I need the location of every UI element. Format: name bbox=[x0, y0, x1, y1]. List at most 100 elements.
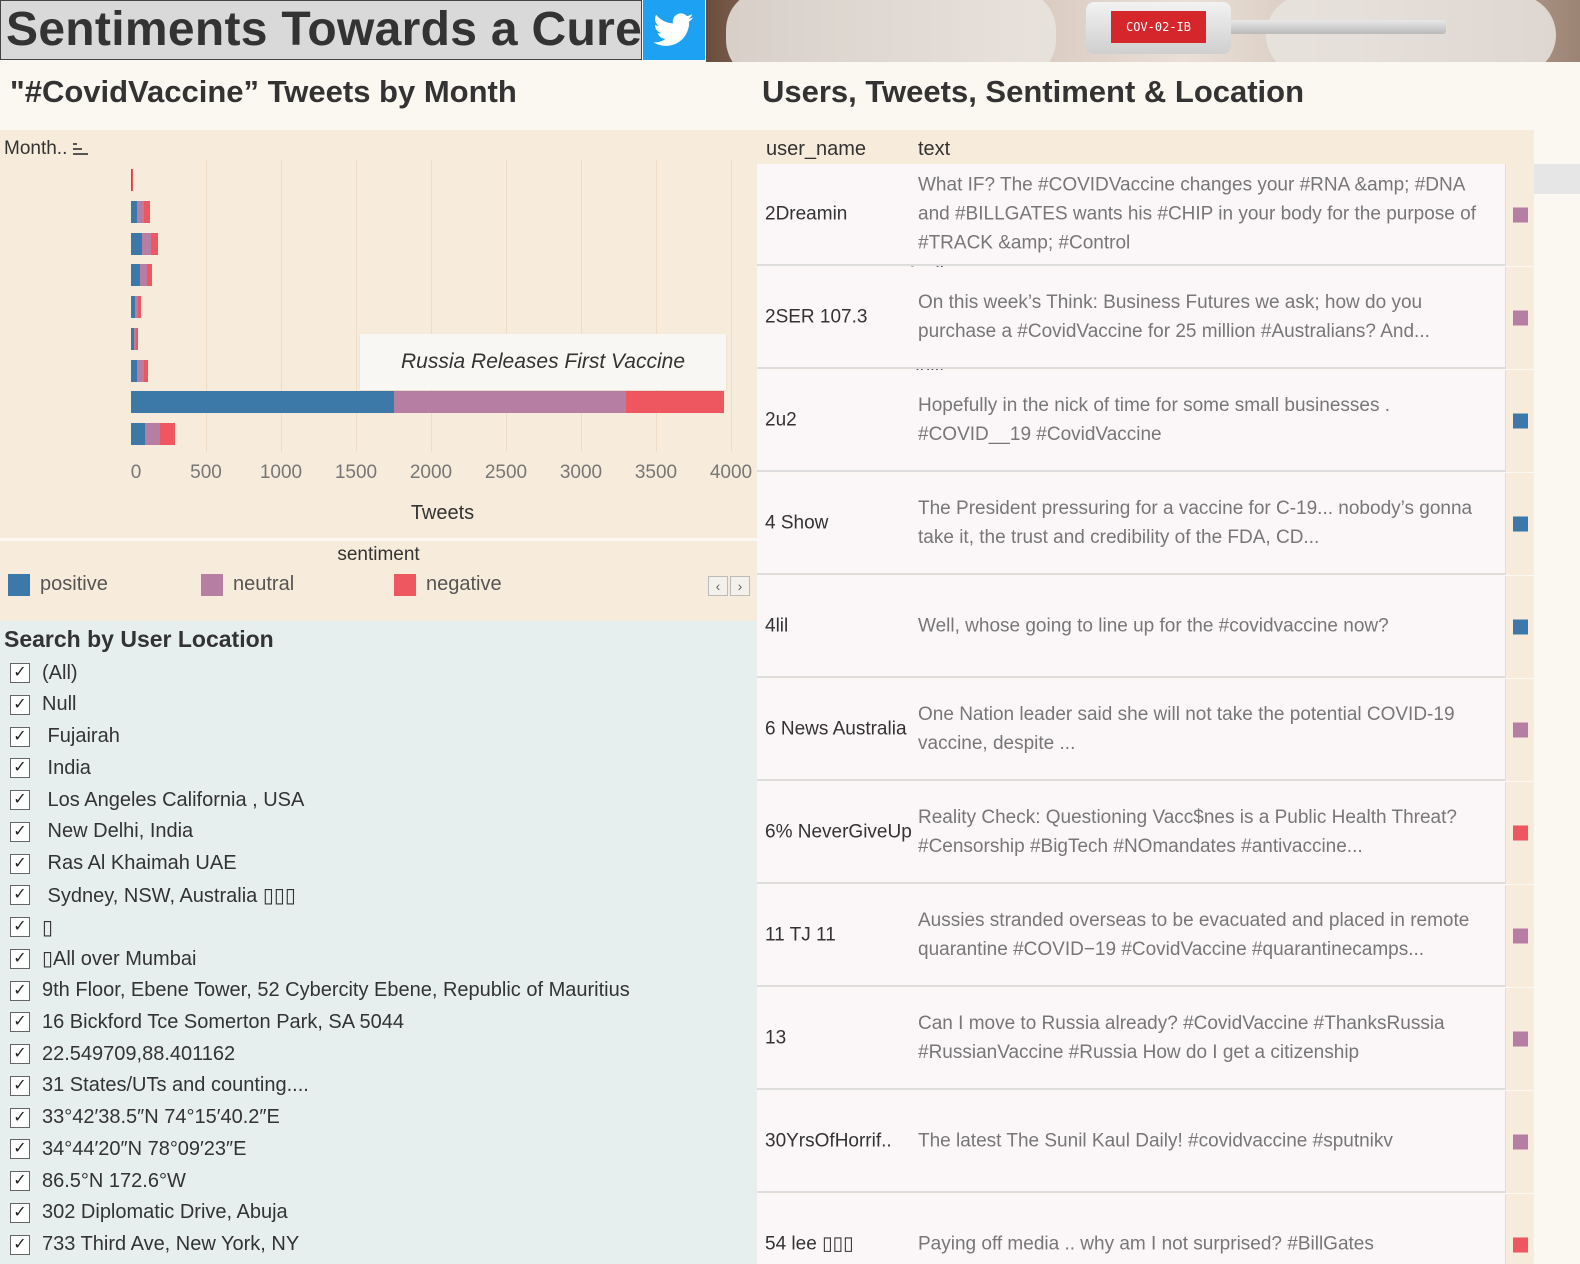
bar-negative[interactable] bbox=[137, 296, 141, 318]
table-row[interactable]: 6% NeverGiveUp Reality Check: Questioning… bbox=[757, 782, 1505, 884]
column-header-text[interactable]: text bbox=[918, 138, 950, 161]
location-option[interactable]: ✓ Null bbox=[10, 691, 76, 719]
sort-icon[interactable] bbox=[73, 141, 89, 157]
bar-neutral[interactable] bbox=[137, 200, 144, 223]
location-option[interactable]: ✓ (All) bbox=[10, 659, 78, 687]
sentiment-mark-neutral[interactable] bbox=[1513, 928, 1528, 944]
checkbox-checked-icon[interactable]: ✓ bbox=[10, 948, 30, 969]
table-row[interactable]: 2u2 Hopefully in the nick of time for som… bbox=[757, 370, 1505, 472]
table-row[interactable]: 6 News Australia One Nation leader said s… bbox=[757, 679, 1505, 781]
table-row[interactable]: 54 lee ▯▯▯ Paying off media .. why am I n… bbox=[757, 1194, 1505, 1264]
checkbox-checked-icon[interactable]: ✓ bbox=[10, 663, 30, 683]
checkbox-checked-icon[interactable]: ✓ bbox=[10, 758, 30, 779]
table-row[interactable]: 30YrsOfHorrif.. The latest The Sunil Kaul… bbox=[757, 1091, 1505, 1193]
cell-tweet-text: Aussies stranded overseas to be evacuate… bbox=[918, 910, 1470, 960]
bar-neutral[interactable] bbox=[140, 264, 147, 287]
sentiment-mark-neutral[interactable] bbox=[1513, 722, 1528, 738]
table-scrollbar[interactable] bbox=[1534, 164, 1580, 194]
checkbox-checked-icon[interactable]: ✓ bbox=[10, 917, 30, 937]
sentiment-mark-positive[interactable] bbox=[1513, 413, 1528, 429]
location-option[interactable]: ✓ Ras Al Khaimah UAE bbox=[10, 850, 237, 878]
sentiment-mark-neutral[interactable] bbox=[1513, 207, 1528, 223]
bar-positive[interactable] bbox=[131, 423, 145, 445]
location-option[interactable]: ✓ ▯All over Mumbai bbox=[10, 945, 196, 973]
sentiment-mark-neutral[interactable] bbox=[1513, 310, 1528, 326]
location-option[interactable]: ✓ 33°42′38.5″N 74°15′40.2″E bbox=[10, 1104, 280, 1132]
checkbox-checked-icon[interactable]: ✓ bbox=[10, 885, 30, 906]
location-option[interactable]: ✓ 86.5°N 172.6°W bbox=[10, 1167, 186, 1195]
bar-negative[interactable] bbox=[146, 264, 152, 287]
legend-item-negative[interactable]: negative bbox=[394, 573, 502, 596]
sentiment-mark-neutral[interactable] bbox=[1513, 1134, 1528, 1150]
checkbox-checked-icon[interactable]: ✓ bbox=[10, 1234, 30, 1255]
table-row[interactable]: 11 TJ 11 Aussies stranded overseas to be … bbox=[757, 885, 1505, 987]
table-row[interactable]: 2SER 107.3 On this week’s Think: Business… bbox=[757, 267, 1505, 369]
sentiment-mark-negative[interactable] bbox=[1513, 825, 1528, 841]
location-option[interactable]: ✓ New Delhi, India bbox=[10, 818, 193, 846]
checkbox-checked-icon[interactable]: ✓ bbox=[10, 694, 30, 715]
location-option[interactable]: ✓ 733 Third Ave, New York, NY bbox=[10, 1231, 299, 1259]
sentiment-mark-negative[interactable] bbox=[1513, 1237, 1528, 1253]
checkbox-checked-icon[interactable]: ✓ bbox=[10, 1107, 30, 1128]
bar-negative[interactable] bbox=[150, 232, 158, 255]
x-tick-label: 4000 bbox=[709, 462, 753, 483]
bar-neutral[interactable] bbox=[137, 359, 144, 382]
bar-positive[interactable] bbox=[131, 264, 140, 287]
location-option[interactable]: ✓ Sydney, NSW, Australia ▯▯▯ bbox=[10, 881, 296, 909]
checkbox-checked-icon[interactable]: ✓ bbox=[10, 980, 30, 1001]
checkbox-checked-icon[interactable]: ✓ bbox=[10, 1044, 30, 1064]
checkbox-checked-icon[interactable]: ✓ bbox=[10, 1202, 30, 1223]
bar-neutral[interactable] bbox=[144, 423, 160, 445]
checkbox-checked-icon[interactable]: ✓ bbox=[10, 1075, 30, 1096]
checkbox-checked-icon[interactable]: ✓ bbox=[10, 1012, 30, 1033]
checkbox-checked-icon[interactable]: ✓ bbox=[10, 790, 30, 810]
bar-positive[interactable] bbox=[131, 232, 142, 255]
cell-user-name: 4 Show bbox=[765, 512, 829, 534]
table-row[interactable]: 4lil Well, whose going to line up for the… bbox=[757, 576, 1505, 678]
legend-label-positive: positive bbox=[40, 573, 108, 595]
negative-swatch bbox=[394, 573, 416, 596]
bar-neutral[interactable] bbox=[393, 391, 626, 414]
checkbox-checked-icon[interactable]: ✓ bbox=[10, 1139, 30, 1160]
cell-tweet-text: Can I move to Russia already? #CovidVacc… bbox=[918, 1013, 1445, 1063]
location-option[interactable]: ✓ 34°44′20″N 78°09′23″E bbox=[10, 1135, 246, 1163]
legend-item-neutral[interactable]: neutral bbox=[201, 573, 294, 596]
bar-negative[interactable] bbox=[143, 200, 150, 223]
checkbox-checked-icon[interactable]: ✓ bbox=[10, 1171, 30, 1191]
bar-positive[interactable] bbox=[131, 391, 394, 414]
bar-negative[interactable] bbox=[132, 169, 134, 191]
table-row[interactable]: 2Dreamin What IF? The #COVIDVaccine chang… bbox=[757, 164, 1505, 266]
month-sort-header[interactable]: Month.. bbox=[4, 138, 89, 160]
location-option[interactable]: ✓ 22.549709,88.401162 bbox=[10, 1040, 235, 1068]
sentiment-mark-positive[interactable] bbox=[1513, 619, 1528, 635]
sentiment-mark-positive[interactable] bbox=[1513, 516, 1528, 532]
bar-neutral[interactable] bbox=[141, 232, 151, 255]
location-option[interactable]: ✓ Los Angeles California , USA bbox=[10, 786, 304, 814]
legend-label-neutral: neutral bbox=[233, 573, 295, 595]
bar-negative[interactable] bbox=[143, 359, 149, 382]
sentiment-mark-neutral[interactable] bbox=[1513, 1031, 1528, 1047]
checkbox-checked-icon[interactable]: ✓ bbox=[10, 821, 30, 842]
location-option-label: Los Angeles California , USA bbox=[42, 788, 305, 811]
location-option[interactable]: ✓ 16 Bickford Tce Somerton Park, SA 5044 bbox=[10, 1008, 404, 1036]
location-option[interactable]: ✓ 31 States/UTs and counting.... bbox=[10, 1072, 309, 1100]
x-tick-label: 1500 bbox=[334, 462, 378, 483]
column-header-user-name[interactable]: user_name bbox=[766, 138, 866, 161]
legend-item-positive[interactable]: positive bbox=[8, 573, 108, 596]
location-option[interactable]: ✓ ▯ bbox=[10, 913, 53, 941]
bar-negative[interactable] bbox=[626, 391, 724, 414]
cell-tweet-text: What IF? The #COVIDVaccine changes your … bbox=[918, 174, 1476, 254]
checkbox-checked-icon[interactable]: ✓ bbox=[10, 853, 30, 874]
table-row[interactable]: 4 Show The President pressuring for a vac… bbox=[757, 473, 1505, 575]
location-option[interactable]: ✓ Fujairah bbox=[10, 723, 120, 751]
x-tick-label: 2000 bbox=[409, 462, 453, 483]
bar-negative[interactable] bbox=[136, 327, 139, 350]
bar-negative[interactable] bbox=[159, 423, 176, 445]
checkbox-checked-icon[interactable]: ✓ bbox=[10, 726, 30, 747]
table-row[interactable]: 13 Can I move to Russia already? #CovidVa… bbox=[757, 988, 1505, 1090]
location-option[interactable]: ✓ 9th Floor, Ebene Tower, 52 Cybercity Eb… bbox=[10, 977, 630, 1005]
legend-prev-button[interactable]: ‹ bbox=[708, 576, 728, 596]
location-option[interactable]: ✓ 302 Diplomatic Drive, Abuja bbox=[10, 1199, 288, 1227]
location-option[interactable]: ✓ India bbox=[10, 754, 91, 782]
legend-next-button[interactable]: › bbox=[730, 576, 750, 596]
